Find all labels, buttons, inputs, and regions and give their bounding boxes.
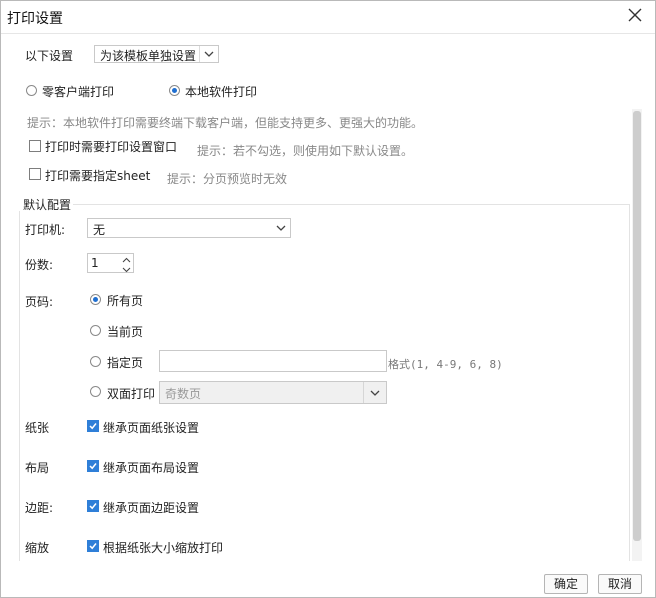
printer-select[interactable]: 无 bbox=[87, 218, 291, 238]
layout-label: 布局 bbox=[25, 461, 50, 475]
settings-scope-label: 以下设置 bbox=[25, 49, 74, 63]
radio-specified-pages-label: 指定页 bbox=[107, 356, 144, 370]
duplex-select[interactable]: 奇数页 bbox=[159, 381, 387, 404]
group-title-defaults: 默认配置 bbox=[23, 198, 72, 212]
radio-all-pages-label: 所有页 bbox=[107, 294, 144, 308]
radio-zero-client[interactable] bbox=[26, 85, 37, 96]
paper-label: 纸张 bbox=[25, 421, 50, 435]
dialog-title: 打印设置 bbox=[7, 11, 63, 27]
hint-local-print: 提示：本地软件打印需要终端下载客户端，但能支持更多、更强大的功能。 bbox=[27, 116, 424, 130]
check-icon bbox=[89, 543, 97, 550]
scale-label: 缩放 bbox=[25, 541, 50, 555]
printer-label: 打印机: bbox=[25, 223, 66, 237]
margin-label: 边距: bbox=[25, 501, 54, 515]
checkbox-inherit-margin-label: 继承页面边距设置 bbox=[103, 501, 200, 515]
close-icon[interactable] bbox=[627, 7, 643, 23]
checkbox-inherit-margin[interactable] bbox=[87, 500, 99, 512]
cancel-button[interactable]: 取消 bbox=[598, 574, 642, 594]
radio-current-page-label: 当前页 bbox=[107, 325, 144, 339]
radio-duplex-label: 双面打印 bbox=[107, 387, 156, 401]
settings-scope-value: 为该模板单独设置 bbox=[100, 49, 197, 63]
settings-scope-select[interactable]: 为该模板单独设置 bbox=[94, 45, 219, 63]
checkbox-inherit-layout-label: 继承页面布局设置 bbox=[103, 461, 200, 475]
chevron-down-icon bbox=[272, 219, 290, 237]
pages-label: 页码: bbox=[25, 295, 54, 309]
checkbox-print-dialog-label: 打印时需要打印设置窗口 bbox=[45, 140, 178, 154]
titlebar-divider bbox=[1, 33, 655, 34]
chevron-down-icon bbox=[199, 46, 218, 62]
checkbox-print-dialog[interactable] bbox=[29, 140, 41, 152]
group-border-right bbox=[629, 204, 630, 561]
radio-specified-pages[interactable] bbox=[90, 356, 101, 367]
copies-value: 1 bbox=[91, 256, 99, 270]
copies-label: 份数: bbox=[25, 258, 54, 272]
radio-all-pages[interactable] bbox=[90, 294, 101, 305]
radio-zero-client-label: 零客户端打印 bbox=[42, 85, 115, 99]
radio-current-page[interactable] bbox=[90, 325, 101, 336]
checkbox-inherit-paper[interactable] bbox=[87, 420, 99, 432]
checkbox-inherit-layout[interactable] bbox=[87, 460, 99, 472]
check-icon bbox=[89, 463, 97, 470]
hint-specify-sheet: 提示：分页预览时无效 bbox=[167, 172, 288, 186]
checkbox-scale-paper[interactable] bbox=[87, 540, 99, 552]
chevron-down-icon bbox=[363, 382, 386, 403]
page-format-hint: 格式(1, 4-9, 6, 8) bbox=[388, 358, 503, 371]
check-icon bbox=[89, 423, 97, 430]
printer-value: 无 bbox=[93, 223, 106, 237]
chevron-down-icon[interactable] bbox=[120, 263, 133, 273]
hint-print-dialog: 提示：若不勾选，则使用如下默认设置。 bbox=[197, 144, 414, 158]
radio-duplex[interactable] bbox=[90, 386, 101, 397]
radio-local-software[interactable] bbox=[169, 85, 180, 96]
duplex-value: 奇数页 bbox=[165, 387, 202, 401]
check-icon bbox=[89, 503, 97, 510]
specified-pages-input[interactable] bbox=[159, 350, 387, 372]
group-border-left bbox=[19, 211, 20, 561]
checkbox-inherit-paper-label: 继承页面纸张设置 bbox=[103, 421, 200, 435]
checkbox-specify-sheet-label: 打印需要指定sheet bbox=[45, 169, 151, 183]
ok-button[interactable]: 确定 bbox=[544, 574, 588, 594]
group-border-top bbox=[73, 204, 629, 205]
print-settings-dialog: 打印设置 以下设置 为该模板单独设置 零客户端打印 本地软件打印 提示：本地软件… bbox=[0, 0, 656, 598]
checkbox-specify-sheet[interactable] bbox=[29, 168, 41, 180]
chevron-up-icon[interactable] bbox=[120, 254, 133, 263]
radio-local-software-label: 本地软件打印 bbox=[185, 85, 258, 99]
copies-stepper[interactable]: 1 bbox=[87, 253, 134, 273]
checkbox-scale-paper-label: 根据纸张大小缩放打印 bbox=[103, 541, 224, 555]
scrollbar-thumb[interactable] bbox=[633, 111, 641, 541]
